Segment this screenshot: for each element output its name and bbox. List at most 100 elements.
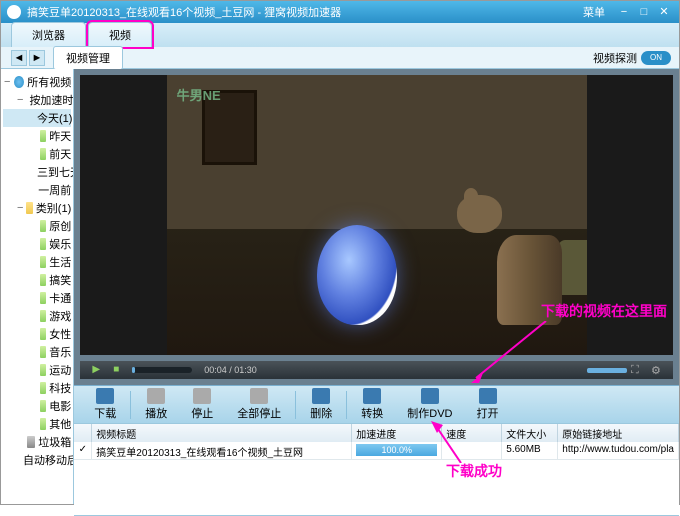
tree-item[interactable]: 生活 <box>3 253 71 271</box>
tree-item[interactable]: −按加速时间(1) <box>3 91 71 109</box>
video-detect-toggle[interactable]: 视频探测 ON <box>593 50 671 66</box>
tree-item[interactable]: 自动移动后的视频 <box>3 451 71 469</box>
tree-item[interactable]: 娱乐 <box>3 235 71 253</box>
tree-item[interactable]: 三到七天之前 <box>3 163 71 181</box>
col-size[interactable]: 文件大小 <box>502 424 558 442</box>
tree-label: 游戏 <box>49 308 71 324</box>
row-progress: 100.0% <box>352 442 442 460</box>
toolbar-停止[interactable]: 停止 <box>179 386 225 423</box>
col-speed[interactable]: 速度 <box>442 424 502 442</box>
row-check[interactable]: ✓ <box>74 442 92 460</box>
expand-icon[interactable]: − <box>17 202 23 214</box>
tree-item[interactable]: 垃圾箱 <box>3 433 71 451</box>
tree-label: 生活 <box>49 254 71 270</box>
tree-item[interactable]: 一周前 <box>3 181 71 199</box>
toolbar-全部停止[interactable]: 全部停止 <box>225 386 293 423</box>
expand-icon[interactable]: − <box>3 76 11 88</box>
tree-label: 昨天 <box>49 128 71 144</box>
tree-item[interactable]: 游戏 <box>3 307 71 325</box>
tree-item[interactable]: 今天(1) <box>3 109 71 127</box>
video-frame: 牛男NE <box>167 75 587 355</box>
tree-item[interactable]: 前天 <box>3 145 71 163</box>
toolbar-label: 停止 <box>191 405 213 421</box>
tree-item[interactable]: 卡通 <box>3 289 71 307</box>
tree-label: 按加速时间(1) <box>29 92 74 108</box>
tree-label: 科技 <box>49 380 71 396</box>
col-title[interactable]: 视频标题 <box>92 424 352 442</box>
toolbar-label: 制作DVD <box>407 405 452 421</box>
table-row[interactable]: ✓搞笑豆单20120313_在线观看16个视频_土豆网100.0%5.60MBh… <box>74 442 679 460</box>
globe-icon <box>14 76 24 88</box>
settings-icon[interactable]: ⚙ <box>651 364 667 377</box>
tree-item[interactable]: 科技 <box>3 379 71 397</box>
play-button[interactable]: ▶ <box>86 361 106 379</box>
tree-item[interactable]: −类别(1) <box>3 199 71 217</box>
tree-item[interactable]: 运动 <box>3 361 71 379</box>
toolbar-icon <box>96 388 114 404</box>
col-check[interactable] <box>74 424 92 442</box>
tree-label: 搞笑 <box>49 272 71 288</box>
toolbar-删除[interactable]: 删除 <box>298 386 344 423</box>
tree-label: 娱乐 <box>49 236 71 252</box>
volume-slider[interactable] <box>587 368 627 373</box>
subtab-video-manage[interactable]: 视频管理 <box>53 46 123 70</box>
tab-browser[interactable]: 浏览器 <box>11 22 86 47</box>
tree-item[interactable]: − 所有视频 <box>3 73 71 91</box>
app-icon <box>7 5 21 19</box>
toolbar-下载[interactable]: 下载 <box>82 386 128 423</box>
tree-label: 音乐 <box>49 344 71 360</box>
file-icon <box>40 256 47 268</box>
col-progress[interactable]: 加速进度 <box>352 424 442 442</box>
tree-item[interactable]: 搞笑 <box>3 271 71 289</box>
tree-label: 运动 <box>49 362 71 378</box>
file-icon <box>40 220 47 232</box>
file-icon <box>40 364 47 376</box>
tree-item[interactable]: 电影 <box>3 397 71 415</box>
toolbar-打开[interactable]: 打开 <box>465 386 511 423</box>
toolbar-label: 删除 <box>310 405 332 421</box>
toolbar-label: 播放 <box>145 405 167 421</box>
fullscreen-button[interactable]: ⛶ <box>631 364 647 377</box>
tree-item[interactable]: 昨天 <box>3 127 71 145</box>
file-icon <box>40 148 47 160</box>
download-toolbar: 下载播放 停止全部停止删除 转换制作DVD 打开 <box>74 385 679 423</box>
toolbar-转换[interactable]: 转换 <box>349 386 395 423</box>
toolbar-播放[interactable]: 播放 <box>133 386 179 423</box>
toggle-switch[interactable]: ON <box>641 51 671 65</box>
tree-label: 卡通 <box>49 290 71 306</box>
tab-video[interactable]: 视频 <box>88 22 152 47</box>
close-button[interactable]: ✕ <box>655 5 673 19</box>
tree-item[interactable]: 其他 <box>3 415 71 433</box>
toolbar-制作DVD[interactable]: 制作DVD <box>395 386 464 423</box>
player-controls: ▶ ■ 00:04 / 01:30 ⛶ ⚙ <box>80 361 673 379</box>
menu-label[interactable]: 菜单 <box>583 4 605 20</box>
tree-item[interactable]: 原创 <box>3 217 71 235</box>
toolbar-icon <box>193 388 211 404</box>
tree-label: 垃圾箱 <box>38 434 71 450</box>
tree-label: 三到七天之前 <box>37 164 74 180</box>
tree-item[interactable]: 女性 <box>3 325 71 343</box>
tree-label: 所有视频 <box>27 74 71 90</box>
stop-button[interactable]: ■ <box>106 361 126 379</box>
folder-icon <box>26 202 32 214</box>
tree-label: 前天 <box>49 146 71 162</box>
row-speed <box>442 442 502 460</box>
tree-label: 其他 <box>49 416 71 432</box>
tree-label: 电影 <box>49 398 71 414</box>
nav-back[interactable]: ◄ <box>11 50 27 66</box>
row-size: 5.60MB <box>502 442 558 460</box>
file-icon <box>40 400 47 412</box>
table-header: 视频标题 加速进度 速度 文件大小 原始链接地址 <box>74 424 679 442</box>
toolbar-icon <box>479 388 497 404</box>
maximize-button[interactable]: □ <box>635 5 653 19</box>
progress-bar[interactable] <box>132 367 192 373</box>
tree-item[interactable]: 音乐 <box>3 343 71 361</box>
main-tabbar: 浏览器 视频 <box>1 23 679 47</box>
col-url[interactable]: 原始链接地址 <box>558 424 679 442</box>
toolbar-icon <box>250 388 268 404</box>
toolbar-icon <box>147 388 165 404</box>
expand-icon[interactable]: − <box>17 94 23 106</box>
nav-forward[interactable]: ► <box>29 50 45 66</box>
minimize-button[interactable]: − <box>615 5 633 19</box>
video-player[interactable]: 牛男NE <box>80 75 673 355</box>
